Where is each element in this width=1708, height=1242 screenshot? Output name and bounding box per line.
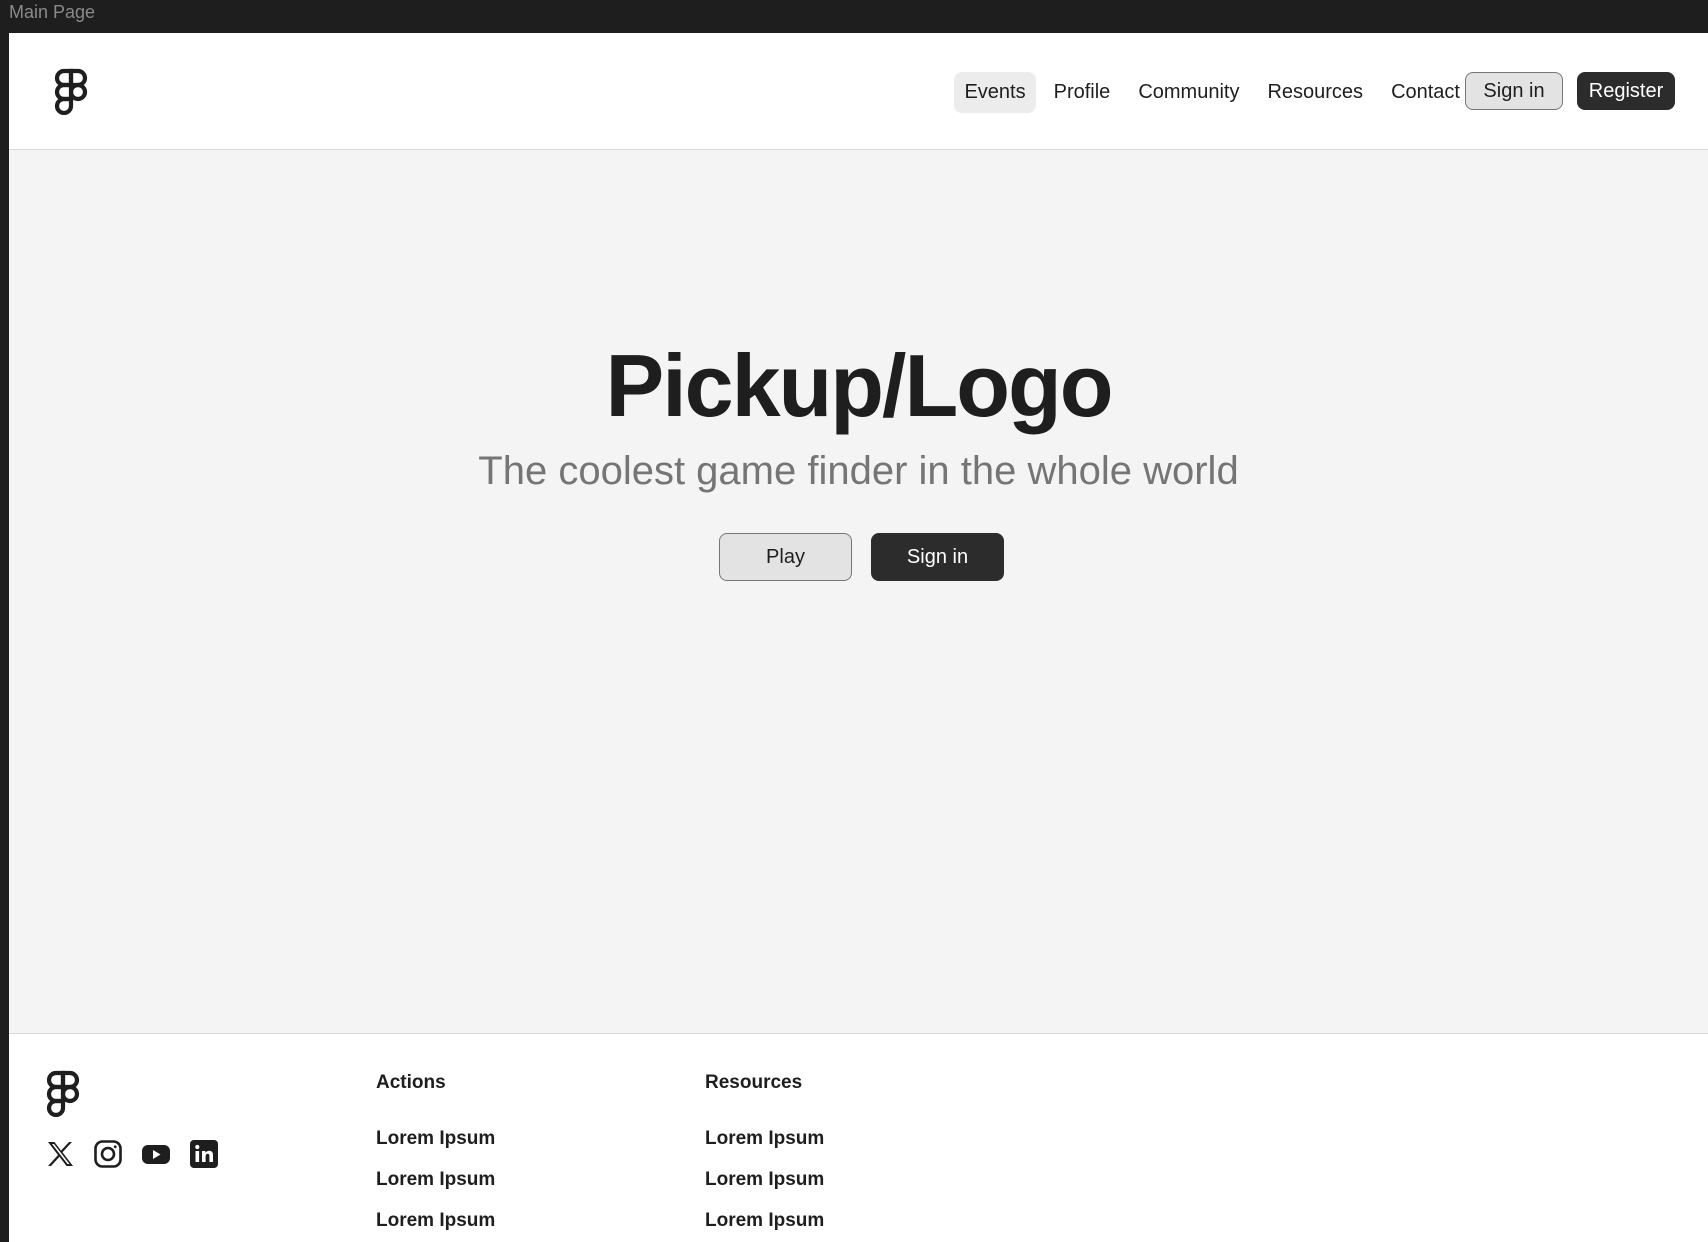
- footer-resources-column: Resources Lorem Ipsum Lorem Ipsum Lorem …: [705, 1072, 824, 1242]
- nav-item-events[interactable]: Events: [954, 72, 1036, 113]
- nav-item-resources[interactable]: Resources: [1257, 72, 1373, 113]
- footer-resources-heading: Resources: [705, 1072, 803, 1093]
- footer-actions-heading: Actions: [376, 1072, 446, 1093]
- x-icon[interactable]: [45, 1139, 75, 1169]
- social-links: [45, 1139, 219, 1169]
- frame-label: Main Page: [9, 2, 96, 22]
- main-nav: Events Profile Community Resources Conta…: [954, 72, 1470, 113]
- nav-item-community[interactable]: Community: [1128, 72, 1249, 113]
- nav-item-contact[interactable]: Contact: [1381, 72, 1470, 113]
- nav-item-profile[interactable]: Profile: [1044, 72, 1121, 113]
- hero-subtitle: The coolest game finder in the whole wor…: [478, 449, 1239, 493]
- footer-actions-link[interactable]: Lorem Ipsum: [376, 1210, 495, 1232]
- main-page: Events Profile Community Resources Conta…: [9, 33, 1708, 1242]
- footer-resources-link[interactable]: Lorem Ipsum: [705, 1128, 824, 1150]
- footer-actions-link[interactable]: Lorem Ipsum: [376, 1169, 495, 1191]
- youtube-icon[interactable]: [141, 1139, 171, 1169]
- site-footer: Actions Lorem Ipsum Lorem Ipsum Lorem Ip…: [9, 1033, 1708, 1242]
- footer-actions-column: Actions Lorem Ipsum Lorem Ipsum Lorem Ip…: [376, 1072, 495, 1242]
- footer-actions-link[interactable]: Lorem Ipsum: [376, 1128, 495, 1150]
- footer-resources-link[interactable]: Lorem Ipsum: [705, 1169, 824, 1191]
- header-signin-button[interactable]: Sign in: [1465, 72, 1563, 110]
- figma-logo-icon[interactable]: [53, 67, 89, 116]
- instagram-icon[interactable]: [93, 1139, 123, 1169]
- figma-logo-icon[interactable]: [45, 1069, 81, 1118]
- header-register-button[interactable]: Register: [1577, 72, 1675, 110]
- hero-signin-button[interactable]: Sign in: [871, 533, 1004, 581]
- linkedin-icon[interactable]: [189, 1139, 219, 1169]
- play-button[interactable]: Play: [719, 533, 852, 581]
- footer-resources-link[interactable]: Lorem Ipsum: [705, 1210, 824, 1232]
- hero-title: Pickup/Logo: [605, 336, 1114, 435]
- site-header: Events Profile Community Resources Conta…: [9, 33, 1708, 150]
